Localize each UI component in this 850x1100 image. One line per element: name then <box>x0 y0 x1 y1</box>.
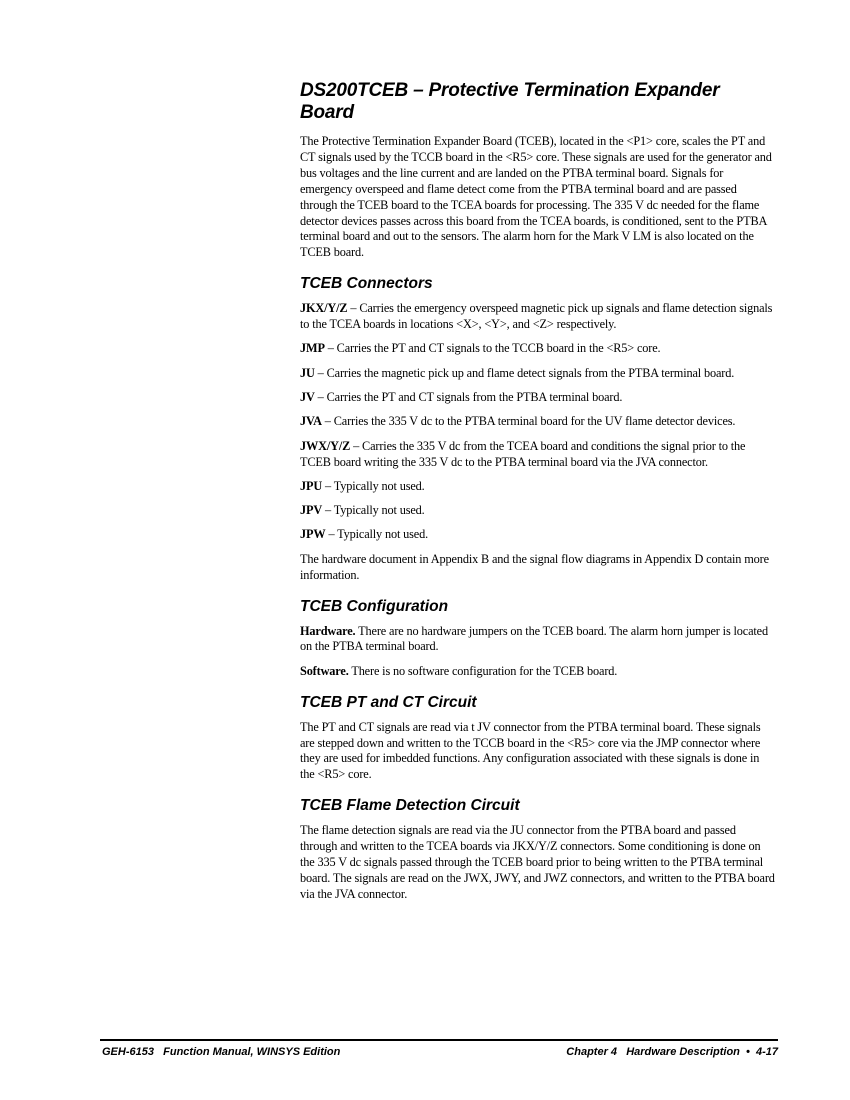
software-text: There is no software configuration for t… <box>348 663 618 678</box>
connector-item: JWX/Y/Z – Carries the 335 V dc from the … <box>300 439 775 471</box>
connector-name: JMP <box>300 341 325 356</box>
software-paragraph: Software. There is no software configura… <box>300 664 775 680</box>
connector-name: JU <box>300 365 315 380</box>
connector-name: JPV <box>300 503 323 518</box>
footer-page-number: Chapter 4 Hardware Description • 4-17 <box>566 1046 778 1058</box>
connector-name: JKX/Y/Z <box>300 301 348 316</box>
connector-name: JVA <box>300 414 322 429</box>
software-label: Software. <box>300 663 349 678</box>
connector-description: – Carries the 335 V dc from the TCEA boa… <box>300 438 746 469</box>
footer-rule <box>100 1039 778 1041</box>
hardware-label: Hardware. <box>300 623 356 638</box>
connector-name: JPW <box>300 527 326 542</box>
connector-name: JV <box>300 390 315 405</box>
pt-ct-paragraph: The PT and CT signals are read via t JV … <box>300 719 761 782</box>
connector-item: JKX/Y/Z – Carries the emergency overspee… <box>300 301 775 333</box>
connectors-note: The hardware document in Appendix B and … <box>300 551 769 582</box>
connector-description: – Carries the PT and CT signals to the T… <box>324 341 661 356</box>
hardware-paragraph: Hardware. There are no hardware jumpers … <box>300 624 775 656</box>
hardware-text: There are no hardware jumpers on the TCE… <box>300 623 768 654</box>
connector-item: JPW – Typically not used. <box>300 527 775 543</box>
section-heading-connectors: TCEB Connectors <box>300 275 433 293</box>
connector-name: JWX/Y/Z <box>300 438 351 453</box>
footer-document-id: GEH-6153 Function Manual, WINSYS Edition <box>102 1046 341 1058</box>
connector-item: JPV – Typically not used. <box>300 503 775 519</box>
intro-paragraph: The Protective Termination Expander Boar… <box>300 134 772 260</box>
section-heading-pt-ct: TCEB PT and CT Circuit <box>300 693 477 711</box>
connector-description: – Typically not used. <box>325 527 429 542</box>
connector-description: – Carries the magnetic pick up and flame… <box>314 365 735 380</box>
connector-description: – Carries the 335 V dc to the PTBA termi… <box>321 414 736 429</box>
connector-item: JVA – Carries the 335 V dc to the PTBA t… <box>300 414 775 430</box>
connector-item: JPU – Typically not used. <box>300 479 775 495</box>
connector-item: JU – Carries the magnetic pick up and fl… <box>300 366 775 382</box>
connector-item: JV – Carries the PT and CT signals from … <box>300 390 775 406</box>
connector-description: – Carries the PT and CT signals from the… <box>314 390 623 405</box>
connector-item: JMP – Carries the PT and CT signals to t… <box>300 341 775 357</box>
connector-description: – Carries the emergency overspeed magnet… <box>300 301 773 332</box>
connector-description: – Typically not used. <box>322 503 425 518</box>
page-content: DS200TCEB – Protective Termination Expan… <box>300 80 775 911</box>
flame-paragraph: The flame detection signals are read via… <box>300 823 775 901</box>
section-heading-flame: TCEB Flame Detection Circuit <box>300 797 520 815</box>
connector-name: JPU <box>300 478 323 493</box>
section-heading-configuration: TCEB Configuration <box>300 597 449 615</box>
page-title: DS200TCEB – Protective Termination Expan… <box>300 80 720 123</box>
connector-description: – Typically not used. <box>322 478 425 493</box>
